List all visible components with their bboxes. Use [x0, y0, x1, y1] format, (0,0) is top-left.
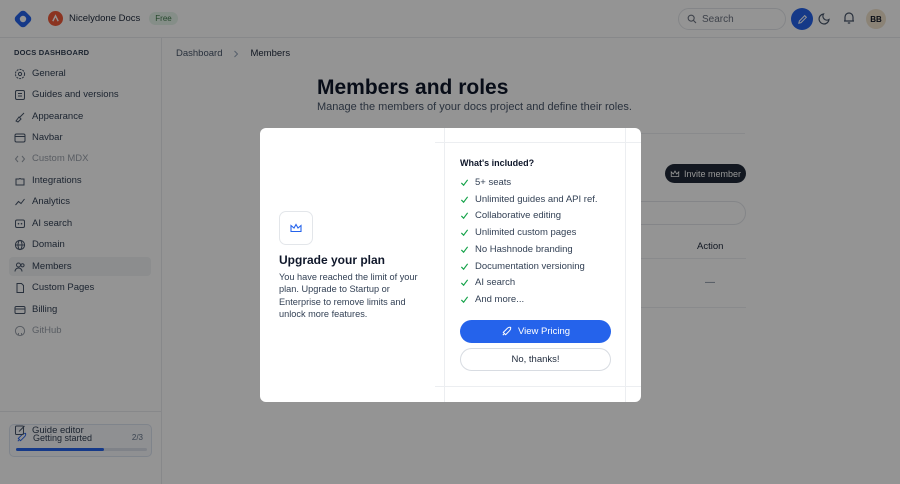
feature-item: No Hashnode branding	[460, 244, 573, 255]
decorative-grid-line	[444, 128, 445, 402]
feature-item: AI search	[460, 277, 515, 288]
crown-icon	[290, 223, 302, 233]
feature-label: AI search	[475, 277, 516, 288]
included-title: What's included?	[460, 158, 535, 168]
check-icon	[460, 279, 469, 287]
rocket-icon	[502, 326, 512, 336]
check-icon	[460, 246, 469, 254]
decorative-grid-line	[435, 386, 641, 387]
feature-item: Documentation versioning	[460, 261, 585, 272]
check-icon	[460, 212, 469, 220]
check-icon	[460, 179, 469, 187]
decorative-grid-line	[435, 142, 641, 143]
modal-title: Upgrade your plan	[279, 253, 386, 267]
feature-label: 5+ seats	[475, 177, 512, 188]
check-icon	[460, 229, 469, 237]
crown-icon-box	[279, 211, 313, 245]
feature-label: And more...	[475, 294, 525, 305]
check-icon	[460, 196, 469, 204]
upgrade-modal: Upgrade your plan You have reached the l…	[260, 128, 641, 402]
view-pricing-label: View Pricing	[517, 326, 571, 337]
view-pricing-button[interactable]: View Pricing	[460, 320, 611, 343]
feature-label: Unlimited guides and API ref.	[475, 194, 598, 205]
dismiss-button[interactable]: No, thanks!	[460, 348, 611, 371]
feature-item: And more...	[460, 294, 524, 305]
modal-body: You have reached the limit of your plan.…	[279, 272, 418, 319]
feature-item: 5+ seats	[460, 177, 511, 188]
check-icon	[460, 263, 469, 271]
feature-label: Unlimited custom pages	[475, 227, 577, 238]
feature-item: Unlimited custom pages	[460, 227, 576, 238]
feature-item: Unlimited guides and API ref.	[460, 194, 598, 205]
check-icon	[460, 296, 469, 304]
decorative-grid-line	[625, 128, 626, 402]
feature-label: Collaborative editing	[475, 210, 562, 221]
feature-label: Documentation versioning	[475, 261, 585, 272]
feature-item: Collaborative editing	[460, 210, 561, 221]
feature-label: No Hashnode branding	[475, 244, 573, 255]
